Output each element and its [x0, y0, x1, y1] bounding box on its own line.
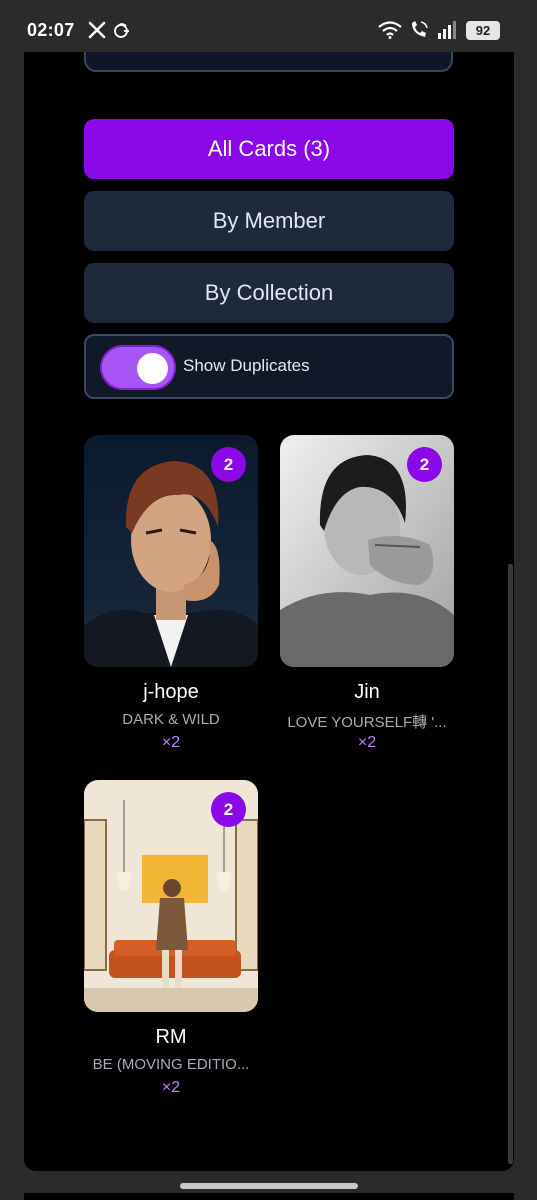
x-logo-icon: [88, 21, 106, 39]
status-time: 02:07: [27, 20, 75, 40]
duplicate-count-badge: 2: [211, 792, 246, 827]
scrollbar[interactable]: [508, 564, 513, 1164]
photocard-image[interactable]: 2: [280, 435, 454, 667]
signal-icon: [438, 21, 456, 39]
battery-icon: 92: [466, 21, 500, 40]
collection-screen: All Cards (3) By Member By Collection Sh…: [24, 52, 514, 1171]
by-member-button[interactable]: By Member: [84, 191, 454, 251]
search-input[interactable]: [84, 52, 453, 72]
card-quantity: ×2: [357, 734, 377, 751]
wifi-call-icon: [412, 21, 428, 37]
photocard-image[interactable]: 2: [84, 780, 258, 1012]
bottom-edge: [24, 1193, 514, 1200]
duplicate-count-badge: 2: [211, 447, 246, 482]
card-quantity: ×2: [161, 1079, 181, 1096]
notification-icon: [114, 23, 129, 38]
show-duplicates-label: Show Duplicates: [183, 356, 310, 375]
show-duplicates-toggle[interactable]: [100, 345, 176, 390]
wifi-icon: [378, 21, 402, 39]
card-collection-name: LOVE YOURSELF轉 '...: [287, 714, 447, 731]
card-member-name: Jin: [354, 681, 380, 703]
show-duplicates-row: Show Duplicates: [84, 334, 454, 399]
card-collection-name: DARK & WILD: [122, 711, 220, 728]
status-bar: 02:07 92: [0, 0, 537, 60]
home-indicator[interactable]: [180, 1183, 358, 1189]
by-collection-button[interactable]: By Collection: [84, 263, 454, 323]
toggle-knob: [137, 353, 168, 384]
all-cards-button[interactable]: All Cards (3): [84, 119, 454, 179]
duplicate-count-badge: 2: [407, 447, 442, 482]
card-member-name: j-hope: [143, 681, 199, 703]
card-collection-name: BE (MOVING EDITIO...: [92, 1056, 250, 1073]
photocard-image[interactable]: 2: [84, 435, 258, 667]
card-quantity: ×2: [161, 734, 181, 751]
card-member-name: RM: [155, 1026, 187, 1048]
